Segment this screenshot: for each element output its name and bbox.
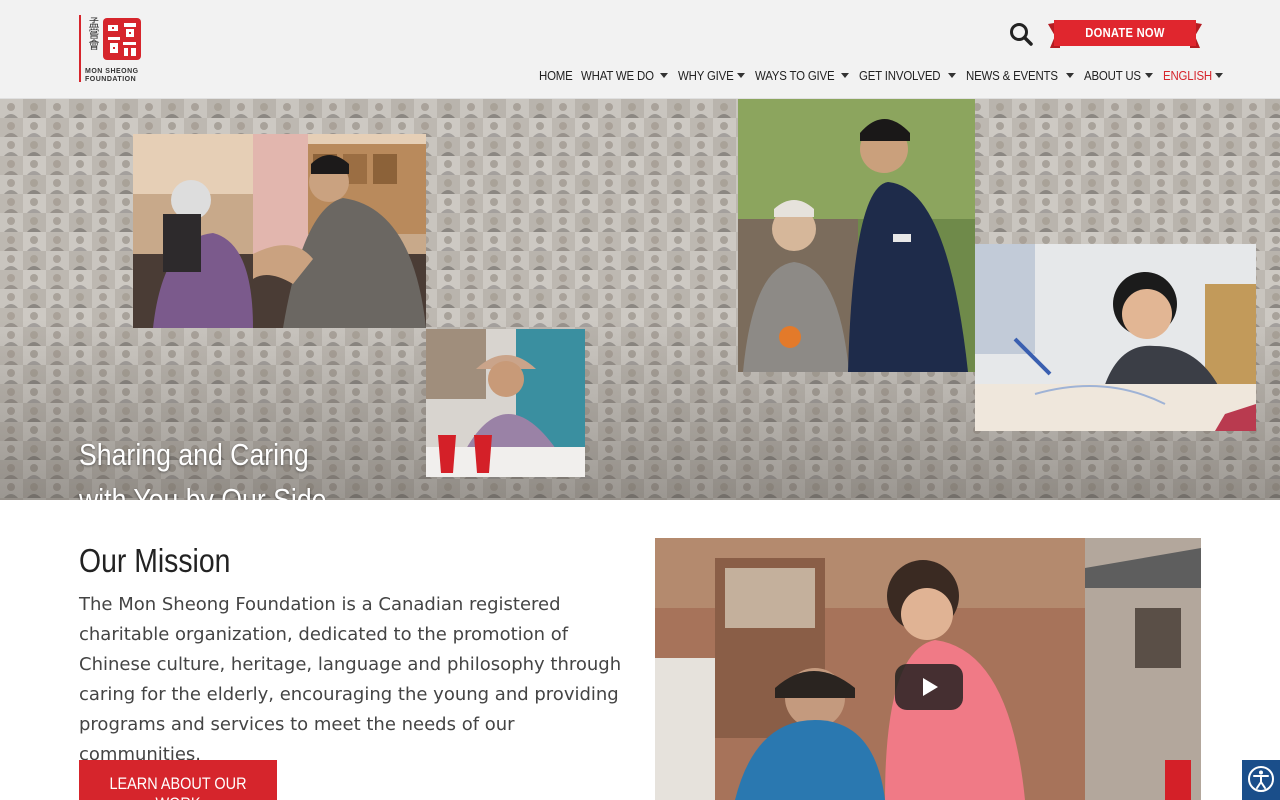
language-label: ENGLISH bbox=[1162, 67, 1212, 83]
accessibility-button[interactable] bbox=[1242, 760, 1280, 800]
main-navigation: HOME WHAT WE DO WHY GIVE WAYS TO GIVE GE… bbox=[539, 64, 1233, 86]
caret-down-icon bbox=[659, 72, 668, 78]
hero-photo-elder-cups bbox=[426, 329, 585, 477]
logo-seal-icon bbox=[103, 18, 141, 60]
nav-item-what-we-do[interactable]: WHAT WE DO bbox=[581, 68, 668, 83]
caret-down-icon bbox=[1144, 72, 1153, 78]
donate-label: DONATE NOW bbox=[1085, 25, 1165, 40]
caret-down-icon bbox=[947, 72, 956, 78]
nav-item-label: GET INVOLVED bbox=[859, 67, 941, 83]
caret-down-icon bbox=[1066, 72, 1075, 78]
nav-item-label: NEWS & EVENTS bbox=[965, 67, 1058, 83]
site-header: 孟嘗會 MON SHEONG FOUNDATION DONATE NOW HOM… bbox=[0, 0, 1280, 99]
site-logo[interactable]: 孟嘗會 MON SHEONG FOUNDATION bbox=[79, 15, 145, 83]
caret-down-icon bbox=[841, 72, 850, 78]
nav-item-ways-to-give[interactable]: WAYS TO GIVE bbox=[755, 67, 850, 83]
hero-photo-caregiver bbox=[133, 134, 426, 328]
hero-heading: Sharing and Caring with You by Our Side bbox=[79, 432, 419, 500]
video-play-button[interactable] bbox=[895, 664, 963, 710]
logo-name-line1: MON SHEONG bbox=[85, 68, 139, 75]
nav-item-label: HOME bbox=[539, 67, 573, 83]
hero-heading-line2: with You by Our Side bbox=[79, 482, 327, 500]
hero-photo-volunteer bbox=[738, 99, 975, 372]
hero-heading-line1: Sharing and Caring bbox=[79, 437, 309, 472]
learn-about-our-work-button[interactable]: LEARN ABOUT OUR WORK bbox=[79, 760, 277, 800]
logo-name-line2: FOUNDATION bbox=[85, 76, 137, 83]
learn-button-label: LEARN ABOUT OUR WORK bbox=[109, 774, 247, 800]
mission-title: Our Mission bbox=[79, 542, 231, 579]
logo-accent-bar bbox=[79, 15, 81, 82]
language-selector[interactable]: ENGLISH bbox=[1163, 68, 1223, 83]
logo-wordmark: MON SHEONG FOUNDATION bbox=[85, 68, 139, 84]
accessibility-icon bbox=[1248, 766, 1274, 792]
nav-item-home[interactable]: HOME bbox=[539, 68, 577, 83]
nav-item-about-us[interactable]: ABOUT US bbox=[1084, 68, 1153, 83]
mission-video-player[interactable] bbox=[655, 538, 1201, 800]
nav-item-get-involved[interactable]: GET INVOLVED bbox=[859, 67, 956, 83]
search-button[interactable] bbox=[1007, 20, 1035, 48]
search-icon bbox=[1010, 23, 1033, 46]
hero-banner: Sharing and Caring with You by Our Side bbox=[0, 99, 1280, 500]
nav-item-label: ABOUT US bbox=[1084, 67, 1142, 83]
nav-item-label: WHAT WE DO bbox=[581, 67, 655, 83]
nav-item-label: WAYS TO GIVE bbox=[755, 67, 835, 83]
logo-chinese-text: 孟嘗會 bbox=[87, 17, 100, 50]
caret-down-icon bbox=[1214, 72, 1223, 78]
donate-button[interactable]: DONATE NOW bbox=[1048, 18, 1202, 50]
mission-description: The Mon Sheong Foundation is a Canadian … bbox=[79, 594, 622, 765]
nav-item-news-events[interactable]: NEWS & EVENTS bbox=[965, 67, 1075, 83]
caret-down-icon bbox=[737, 72, 746, 78]
nav-item-label: WHY GIVE bbox=[677, 67, 734, 83]
nav-item-why-give[interactable]: WHY GIVE bbox=[677, 67, 746, 83]
hero-photo-child-drawing bbox=[975, 244, 1256, 431]
